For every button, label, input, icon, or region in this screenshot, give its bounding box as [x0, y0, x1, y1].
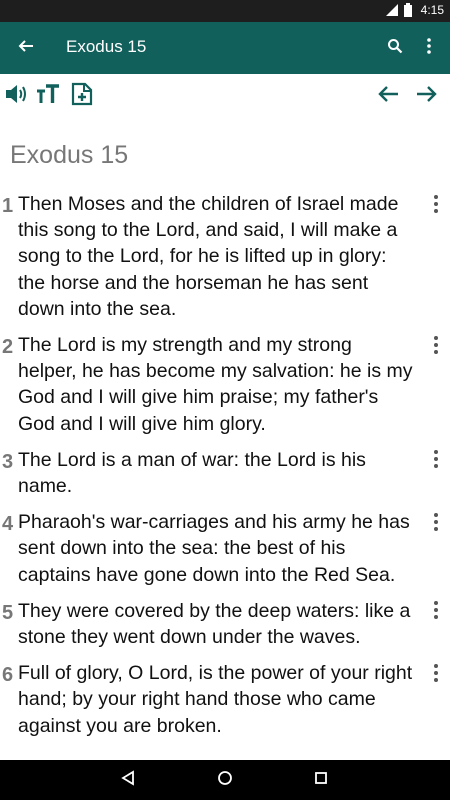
overflow-menu-button[interactable]	[416, 33, 442, 63]
verse-number: 6	[2, 664, 14, 687]
status-time: 4:15	[420, 3, 444, 17]
more-vert-icon	[433, 512, 439, 537]
more-vert-icon	[433, 194, 439, 219]
more-vert-icon	[433, 600, 439, 625]
add-note-icon	[70, 82, 94, 111]
verse-text: The Lord is a man of war: the Lord is hi…	[18, 448, 366, 498]
verse-menu-button[interactable]	[428, 600, 444, 625]
more-vert-icon	[433, 335, 439, 360]
verse-number: 1	[2, 195, 14, 217]
search-button[interactable]	[380, 33, 410, 63]
verse-item[interactable]: 4 Pharaoh's war-carriages and his army h…	[0, 509, 450, 588]
verse-menu-button[interactable]	[428, 449, 444, 474]
add-note-button[interactable]	[68, 82, 96, 111]
verse-menu-button[interactable]	[428, 335, 444, 360]
verse-text: The Lord is my strength and my strong he…	[18, 334, 413, 435]
verse-number: 5	[2, 601, 14, 624]
verse-item[interactable]: 2 The Lord is my strength and my strong …	[0, 332, 450, 437]
verse-item[interactable]: 3 The Lord is a man of war: the Lord is …	[0, 447, 450, 499]
nav-recents-button[interactable]	[306, 766, 336, 794]
square-recents-icon	[314, 771, 328, 790]
more-vert-icon	[426, 37, 432, 60]
verse-text: They were covered by the deep waters: li…	[18, 599, 411, 649]
triangle-back-icon	[120, 769, 136, 791]
nav-back-button[interactable]	[113, 766, 143, 794]
verse-item[interactable]: 1 Then Moses and the children of Israel …	[0, 191, 450, 322]
verse-number: 2	[2, 336, 14, 359]
speaker-button[interactable]	[2, 83, 30, 109]
signal-icon	[385, 3, 399, 17]
verse-number: 3	[2, 450, 14, 473]
verse-menu-button[interactable]	[428, 512, 444, 537]
app-bar: Exodus 15	[0, 22, 450, 74]
verse-number: 4	[2, 513, 14, 536]
speaker-icon	[4, 83, 28, 110]
status-bar: 4:15	[0, 0, 450, 22]
circle-home-icon	[217, 770, 233, 791]
text-size-icon	[35, 83, 61, 110]
verse-list: 1 Then Moses and the children of Israel …	[0, 191, 450, 749]
more-vert-icon	[433, 663, 439, 688]
search-icon	[387, 38, 403, 59]
battery-icon	[403, 3, 417, 17]
nav-home-button[interactable]	[210, 766, 240, 794]
verse-item[interactable]: 6 Full of glory, O Lord, is the power of…	[0, 660, 450, 739]
next-chapter-button[interactable]	[413, 83, 441, 109]
verse-text: Full of glory, O Lord, is the power of y…	[18, 662, 413, 737]
verse-item[interactable]: 5 They were covered by the deep waters: …	[0, 598, 450, 650]
verse-menu-button[interactable]	[428, 194, 444, 219]
back-button[interactable]	[10, 32, 42, 64]
chapter-title: Exodus 15	[10, 141, 129, 169]
previous-chapter-button[interactable]	[374, 83, 402, 109]
arrow-left-icon	[17, 37, 35, 60]
next-chapter-icon	[416, 84, 438, 109]
verse-menu-button[interactable]	[428, 663, 444, 688]
text-size-button[interactable]	[34, 83, 62, 109]
system-nav-bar	[0, 760, 450, 800]
verse-text: Then Moses and the children of Israel ma…	[18, 193, 399, 320]
prev-chapter-icon	[377, 84, 399, 109]
status-icons: 4:15	[385, 3, 444, 17]
reader-toolbar	[0, 74, 450, 118]
app-title: Exodus 15	[66, 37, 147, 56]
verse-text: Pharaoh's war-carriages and his army he …	[18, 511, 410, 586]
more-vert-icon	[433, 449, 439, 474]
